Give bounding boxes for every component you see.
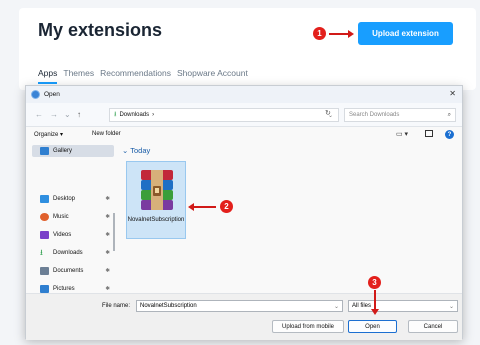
path-box[interactable]: ⭳ Downloads › ⌄ — [109, 108, 339, 122]
file-name-label: File name: — [102, 303, 131, 309]
view-options-icon[interactable]: ▭ ▾ — [396, 130, 408, 138]
pin-icon: ✱ — [105, 232, 110, 238]
open-dialog: Open ✕ ← → ⌄ ↑ ⭳ Downloads › ⌄ ↻ Search … — [25, 85, 463, 340]
dialog-titlebar: Open ✕ — [26, 86, 462, 103]
tabs: Apps Themes Recommendations Shopware Acc… — [38, 68, 248, 84]
step-marker-3: 3 — [368, 276, 381, 289]
file-name: NovalnetSubscription — [127, 217, 185, 223]
forward-icon[interactable]: → — [50, 110, 58, 119]
chrome-icon — [31, 90, 40, 99]
file-type-select[interactable]: All files ⌄ — [348, 300, 458, 312]
sidebar-item-desktop[interactable]: Desktop ✱ — [32, 193, 114, 205]
file-name-field[interactable]: NovalnetSubscription ⌄ — [136, 300, 343, 312]
preview-pane-icon[interactable] — [425, 130, 433, 137]
videos-icon — [40, 231, 49, 239]
desktop-icon — [40, 195, 49, 203]
file-list: ⌄ Today NovalnetSubscription — [118, 143, 463, 293]
arrow-to-file — [193, 206, 216, 208]
page-title: My extensions — [38, 20, 163, 40]
arrow-to-upload — [329, 33, 349, 35]
sidebar-item-gallery[interactable]: Gallery — [32, 145, 114, 157]
address-bar: ← → ⌄ ↑ ⭳ Downloads › ⌄ ↻ Search Downloa… — [26, 103, 462, 127]
pin-icon: ✱ — [105, 196, 110, 202]
sidebar-item-label: Downloads — [53, 250, 83, 256]
dialog-footer: File name: NovalnetSubscription ⌄ All fi… — [26, 293, 462, 340]
pin-icon: ✱ — [105, 214, 110, 220]
winrar-archive-icon — [141, 170, 173, 210]
pin-icon: ✱ — [105, 268, 110, 274]
gallery-icon — [40, 147, 49, 155]
chevron-down-icon: ⌄ — [448, 303, 454, 310]
pin-icon: ✱ — [105, 286, 110, 292]
step-marker-1: 1 — [313, 27, 326, 40]
arrow-to-open — [374, 290, 376, 311]
tab-recommendations[interactable]: Recommendations — [100, 68, 171, 84]
path-downloads[interactable]: Downloads — [119, 112, 149, 118]
pictures-icon — [40, 285, 49, 293]
sidebar-item-label: Pictures — [53, 286, 75, 292]
search-icon: ⌕ — [447, 111, 451, 118]
path-separator: › — [152, 112, 155, 118]
file-name-value: NovalnetSubscription — [140, 303, 197, 309]
recent-chevron-icon[interactable]: ⌄ — [64, 110, 71, 119]
sidebar-item-label: Desktop — [53, 196, 76, 202]
organize-button[interactable]: Organize ▾ — [34, 131, 63, 138]
refresh-icon[interactable]: ↻ — [325, 109, 331, 117]
group-header[interactable]: ⌄ Today — [122, 146, 150, 155]
tab-themes[interactable]: Themes — [63, 68, 94, 84]
group-label: Today — [130, 146, 151, 155]
documents-icon — [40, 267, 49, 275]
download-icon: ⭳ — [40, 248, 43, 257]
sidebar-scrollbar[interactable] — [113, 213, 115, 251]
new-folder-button[interactable]: New folder — [92, 131, 121, 137]
up-icon[interactable]: ↑ — [77, 110, 81, 119]
sidebar-item-music[interactable]: Music ✱ — [32, 211, 114, 223]
back-icon[interactable]: ← — [35, 110, 43, 119]
music-icon — [40, 213, 49, 221]
search-placeholder: Search Downloads — [349, 112, 400, 118]
arrow-head — [348, 30, 354, 38]
search-input[interactable]: Search Downloads ⌕ — [344, 108, 456, 122]
sidebar-item-downloads[interactable]: ⭳ Downloads ✱ — [32, 247, 114, 259]
close-icon[interactable]: ✕ — [449, 89, 456, 98]
arrow-head — [371, 309, 379, 315]
page: My extensions Upload extension Apps Them… — [0, 0, 480, 345]
download-icon: ⭳ — [114, 110, 117, 118]
file-type-value: All files — [352, 303, 372, 309]
cancel-button[interactable]: Cancel — [408, 320, 458, 333]
sidebar-item-label: Documents — [53, 268, 84, 274]
tab-shopware-account[interactable]: Shopware Account — [177, 68, 248, 84]
chevron-down-icon[interactable]: ⌄ — [334, 303, 339, 310]
upload-extension-button[interactable]: Upload extension — [358, 22, 453, 45]
open-button[interactable]: Open — [348, 320, 397, 333]
step-marker-2: 2 — [220, 200, 233, 213]
pin-icon: ✱ — [105, 250, 110, 256]
sidebar-item-label: Videos — [53, 232, 72, 238]
sidebar-item-documents[interactable]: Documents ✱ — [32, 265, 114, 277]
upload-from-mobile-button[interactable]: Upload from mobile — [272, 320, 344, 333]
dialog-title: Open — [44, 91, 60, 98]
tab-apps[interactable]: Apps — [38, 68, 58, 84]
sidebar-item-label: Music — [53, 214, 69, 220]
sidebar-item-label: Gallery — [53, 148, 73, 154]
file-item[interactable]: NovalnetSubscription — [126, 161, 186, 239]
nav-sidebar: Gallery Desktop ✱ Music ✱ Videos ✱ ⭳ Dow… — [26, 143, 118, 293]
command-bar: Organize ▾ New folder ▭ ▾ ? — [26, 127, 462, 143]
sidebar-item-videos[interactable]: Videos ✱ — [32, 229, 114, 241]
help-icon[interactable]: ? — [445, 130, 454, 139]
